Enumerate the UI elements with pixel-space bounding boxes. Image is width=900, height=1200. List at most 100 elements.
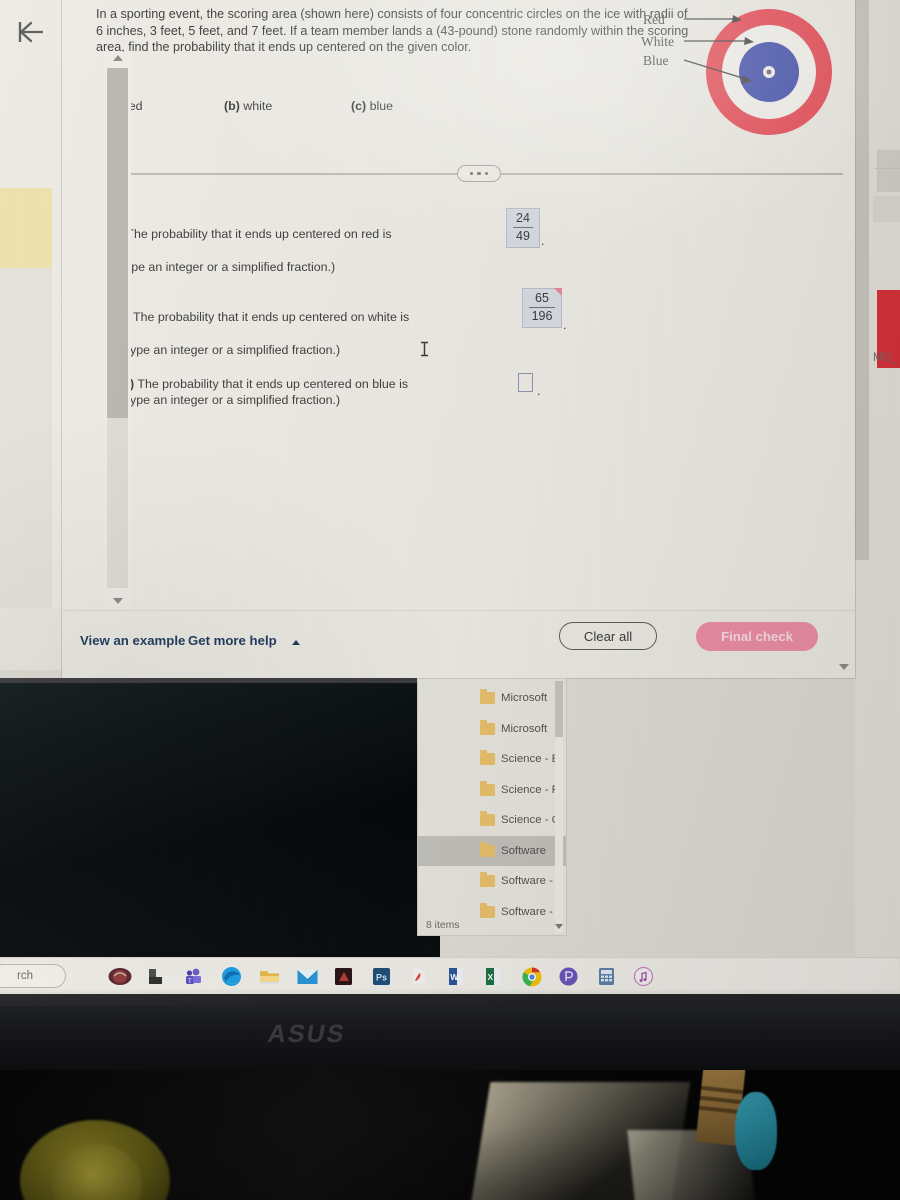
app-l-icon[interactable] [146,966,167,987]
answer-a-numerator: 24 [516,211,530,225]
svg-text:T: T [188,979,192,985]
folder-icon [480,902,495,918]
folder-icon [480,872,495,888]
problem-statement: In a sporting event, the scoring area (s… [96,7,689,54]
figure-label-blue: Blue [643,53,669,68]
taskbar: rch T Ps W X [0,957,900,994]
choice-row: (a) red(b) white(c) blue [106,99,666,113]
acrobat-reader-icon[interactable] [408,966,429,987]
dark-window[interactable] [0,678,440,958]
file-explorer-icon[interactable] [258,966,279,987]
list-item-label: Microsoft [501,692,548,705]
svg-text:Ps: Ps [376,973,387,983]
get-more-help-link[interactable]: Get more help [188,633,277,648]
view-example-link[interactable]: View an example [80,633,185,648]
excel-icon[interactable]: X [483,966,504,987]
folder-icon [480,780,495,796]
folder-icon [480,750,495,766]
list-item-label: Science - F [501,783,559,796]
choice-b-label: (b) [224,99,240,113]
purple-app-icon[interactable] [558,966,579,987]
back-to-start-icon[interactable] [12,16,50,48]
answer-hint-a: (Type an integer or a simplified fractio… [114,260,336,274]
folder-icon [480,719,495,735]
yellow-highlight-strip [0,188,52,268]
chrome-icon[interactable] [521,966,542,987]
answer-hint-c: (Type an integer or a simplified fractio… [119,393,341,407]
desk-scene-photo [0,1070,900,1200]
explorer-scrollbar-thumb[interactable] [555,681,563,737]
figure-label-white: White [641,34,674,49]
monitor-bezel: ASUS [0,994,900,1070]
scroll-up-arrow-icon[interactable] [112,55,123,61]
list-item-label: Software [501,844,546,857]
scroll-down-arrow-icon[interactable] [112,598,123,604]
svg-text:W: W [450,972,459,982]
cortana-icon[interactable] [108,966,132,987]
final-check-button[interactable]: Final check [696,622,818,651]
taskbar-icons: T Ps W X [108,958,654,995]
scrollbar-thumb[interactable] [107,68,128,418]
answer-a-denominator: 49 [516,229,530,243]
answer-line-a: (a) The probability that it ends up cent… [108,226,392,243]
calculator-icon[interactable] [596,966,617,987]
window-edge-shadow [855,0,869,560]
answer-c-period: . [537,384,541,398]
answer-b-numerator: 65 [535,291,549,305]
sliver-filename-text: MG_ [873,352,898,364]
teams-icon[interactable]: T [183,966,204,987]
list-item-selected[interactable]: Software [418,835,566,866]
text-cursor-icon [420,341,429,357]
list-item-label: Science - E [501,753,560,766]
content-scrollbar[interactable] [104,52,131,607]
answer-input-b[interactable]: 65 196 [522,288,562,328]
monitor-screen: In a sporting event, the scoring area (s… [0,0,900,1006]
choice-c: (c) blue [351,99,393,113]
choice-c-label: (c) [351,99,367,113]
list-item-label: Software - [501,905,553,918]
answer-c-text: The probability that it ends up centered… [137,377,409,391]
edge-icon[interactable] [221,966,242,987]
list-item[interactable]: Science - F [418,775,566,806]
list-item[interactable]: Microsoft [418,714,566,745]
curling-target-figure: Red White Blue [641,2,841,142]
folder-icon [480,841,495,857]
monitor-brand-logo: ASUS [265,1020,349,1048]
sliver-block-2 [873,196,900,222]
answer-b-period: . [563,318,567,332]
exercise-footer: View an example Get more help Clear all … [62,610,855,678]
sliver-line [875,168,900,169]
list-item[interactable]: Microsoft [418,683,566,714]
answer-input-c[interactable] [518,373,533,392]
list-item-label: Microsoft [501,722,548,735]
chevron-up-icon[interactable] [292,640,300,645]
explorer-scrollbar[interactable] [555,681,563,933]
mail-icon[interactable] [296,966,317,987]
more-options-button[interactable] [457,165,501,182]
itunes-icon[interactable] [633,966,654,987]
right-edge-window-sliver: MG_ [855,0,900,1006]
photoshop-icon[interactable]: Ps [371,966,392,987]
dark-red-app-icon[interactable] [333,966,354,987]
answer-a-period: . [541,234,545,248]
answer-line-c: (c) The probability that it ends up cent… [119,376,408,393]
clear-all-button[interactable]: Clear all [559,622,657,650]
answer-input-a[interactable]: 24 49 [506,208,540,248]
search-input[interactable]: rch [0,964,66,988]
answer-a-text: The probability that it ends up centered… [126,227,392,241]
list-item[interactable]: Science - C [418,805,566,836]
explorer-status-text: 8 items [426,920,460,931]
answer-line-b: (b) The probability that it ends up cent… [114,309,409,326]
list-item-label: Science - C [501,814,560,827]
list-item[interactable]: Science - E [418,744,566,775]
word-icon[interactable]: W [446,966,467,987]
file-explorer-window[interactable]: Microsoft Microsoft Science - E Science … [417,678,567,936]
answer-b-text: The probability that it ends up centered… [133,310,410,324]
background-app-left-strip [0,0,62,608]
scrollbar-track[interactable] [107,418,128,588]
list-item[interactable]: Software - [418,866,566,897]
explorer-scroll-down-icon[interactable] [555,924,563,929]
window-resize-caret-icon[interactable] [839,664,849,670]
sliver-block-1 [877,150,900,192]
folder-list: Microsoft Microsoft Science - E Science … [418,683,566,927]
